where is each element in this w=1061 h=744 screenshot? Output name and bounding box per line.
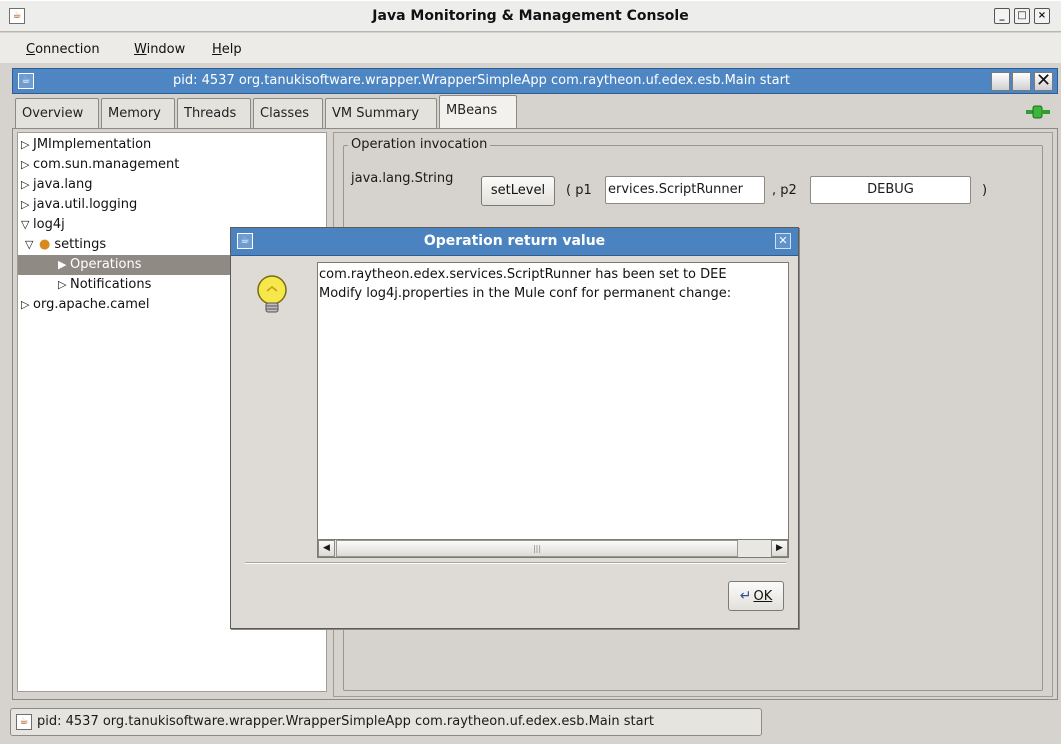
frame-close-button[interactable]: ✕ xyxy=(1034,72,1053,91)
collapsed-arrow-icon[interactable]: ▶ xyxy=(58,255,70,275)
expanded-arrow-icon[interactable]: ▽ xyxy=(25,235,37,255)
collapsed-arrow-icon[interactable]: ▷ xyxy=(21,155,33,175)
java-frame-icon[interactable]: ☕ xyxy=(18,73,34,89)
tree-node-settings[interactable]: ▽ ● settings xyxy=(23,235,106,255)
return-line-1: com.raytheon.edex.services.ScriptRunner … xyxy=(319,267,727,282)
dialog-separator xyxy=(245,562,786,564)
p1-label: ( p1 xyxy=(566,183,592,198)
close-paren-label: ) xyxy=(982,183,988,198)
frame-maximize-button[interactable] xyxy=(1012,72,1031,91)
menu-connection[interactable]: Connection xyxy=(26,42,100,57)
tab-classes[interactable]: Classes xyxy=(253,98,323,128)
setlevel-button[interactable]: setLevel xyxy=(481,176,555,206)
menu-help[interactable]: Help xyxy=(212,42,242,57)
p1-input[interactable]: ervices.ScriptRunner xyxy=(605,176,765,204)
maximize-button[interactable]: □ xyxy=(1014,8,1030,24)
menu-window[interactable]: Window xyxy=(134,42,185,57)
ok-button[interactable]: ↵ OK xyxy=(728,581,784,611)
tree-node-jmimplementation[interactable]: ▷ JMImplementation xyxy=(21,135,151,155)
ok-enter-icon: ↵ xyxy=(739,588,752,604)
operation-invocation-legend: Operation invocation xyxy=(348,137,491,152)
dialog-titlebar[interactable]: ☕ Operation return value ✕ xyxy=(231,228,798,256)
expanded-arrow-icon[interactable]: ▽ xyxy=(21,215,33,235)
tree-node-com-sun-management[interactable]: ▷ com.sun.management xyxy=(21,155,179,175)
collapsed-arrow-icon[interactable]: ▷ xyxy=(21,195,33,215)
tab-vm-summary[interactable]: VM Summary xyxy=(325,98,437,128)
tab-threads[interactable]: Threads xyxy=(177,98,251,128)
scroll-thumb[interactable]: ||| xyxy=(336,540,738,557)
window-titlebar[interactable]: ☕ Java Monitoring & Management Console _… xyxy=(0,0,1061,32)
menubar: Connection Window Help xyxy=(0,33,1061,63)
scroll-left-icon[interactable]: ◀ xyxy=(318,540,335,557)
tree-node-org-apache-camel[interactable]: ▷ org.apache.camel xyxy=(21,295,150,315)
internal-frame-title: pid: 4537 org.tanukisoftware.wrapper.Wra… xyxy=(173,73,791,88)
dialog-title: Operation return value xyxy=(423,233,606,249)
horizontal-scrollbar[interactable]: ◀ ||| ▶ xyxy=(317,539,789,558)
collapsed-arrow-icon[interactable]: ▷ xyxy=(21,295,33,315)
frame-minimize-button[interactable] xyxy=(991,72,1010,91)
collapsed-arrow-icon[interactable]: ▷ xyxy=(58,275,70,295)
tab-mbeans[interactable]: MBeans xyxy=(439,95,517,129)
tree-node-log4j[interactable]: ▽ log4j xyxy=(21,215,65,235)
tab-memory[interactable]: Memory xyxy=(101,98,175,128)
minimize-button[interactable]: _ xyxy=(994,8,1010,24)
close-button[interactable]: × xyxy=(1034,8,1050,24)
return-value-dialog: ☕ Operation return value ✕ com.raytheon.… xyxy=(230,227,799,629)
scroll-right-icon[interactable]: ▶ xyxy=(771,540,788,557)
dialog-close-icon[interactable]: ✕ xyxy=(775,233,791,249)
p2-label: , p2 xyxy=(772,183,797,198)
connection-icon xyxy=(1026,105,1050,119)
tree-node-notifications[interactable]: ▷ Notifications xyxy=(58,275,151,295)
tree-node-java-util-logging[interactable]: ▷ java.util.logging xyxy=(21,195,137,215)
p2-input[interactable]: DEBUG xyxy=(810,176,971,204)
internal-frame-titlebar[interactable]: ☕ pid: 4537 org.tanukisoftware.wrapper.W… xyxy=(12,68,1058,94)
statusbar-text: pid: 4537 org.tanukisoftware.wrapper.Wra… xyxy=(37,714,655,729)
collapsed-arrow-icon[interactable]: ▷ xyxy=(21,135,33,155)
window-title: Java Monitoring & Management Console xyxy=(372,8,689,24)
mbean-bean-icon: ● xyxy=(39,237,51,252)
tab-overview[interactable]: Overview xyxy=(15,98,99,128)
return-value-textarea[interactable]: com.raytheon.edex.services.ScriptRunner … xyxy=(317,262,789,558)
java-status-icon: ☕ xyxy=(16,714,32,730)
return-line-2: Modify log4j.properties in the Mule conf… xyxy=(319,286,732,301)
lightbulb-icon xyxy=(257,275,287,313)
return-type-label: java.lang.String xyxy=(351,171,454,186)
tree-node-java-lang[interactable]: ▷ java.lang xyxy=(21,175,92,195)
collapsed-arrow-icon[interactable]: ▷ xyxy=(21,175,33,195)
statusbar[interactable]: ☕ pid: 4537 org.tanukisoftware.wrapper.W… xyxy=(10,708,762,736)
